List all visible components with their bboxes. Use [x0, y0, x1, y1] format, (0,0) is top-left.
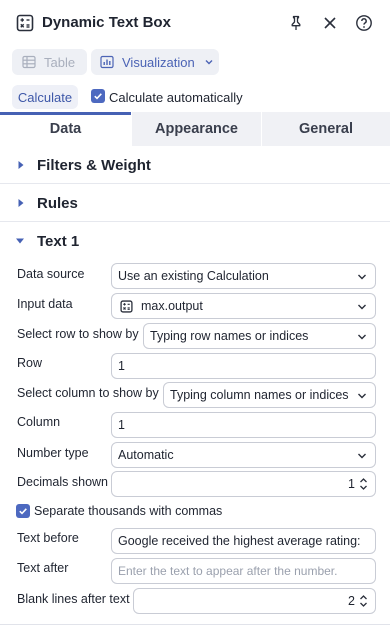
data-source-label: Data source [17, 267, 85, 281]
chevron-down-icon [358, 393, 366, 399]
help-icon[interactable] [355, 14, 373, 32]
chevron-down-icon [205, 60, 213, 65]
panel-title: Dynamic Text Box [42, 14, 171, 31]
tab-data[interactable]: Data [0, 112, 131, 146]
column-value: 1 [118, 418, 125, 432]
text-before-value: Google received the highest average rati… [118, 534, 361, 548]
text-before-input[interactable]: Google received the highest average rati… [111, 528, 376, 554]
chevron-down-icon [358, 304, 366, 310]
section-rules[interactable]: Rules [0, 184, 390, 222]
close-icon[interactable] [321, 14, 339, 32]
text-after-label: Text after [17, 561, 69, 575]
tab-appearance[interactable]: Appearance [131, 112, 261, 146]
table-icon [22, 55, 36, 69]
blank-lines-stepper[interactable]: 2 [133, 588, 376, 614]
select-column-select[interactable]: Typing column names or indices [163, 382, 376, 408]
select-column-label: Select column to show by [17, 386, 159, 400]
calculator-icon [16, 14, 34, 32]
chevron-down-icon [358, 274, 366, 280]
select-column-value: Typing column names or indices [170, 388, 349, 402]
section-text-1[interactable]: Text 1 [0, 222, 390, 260]
pin-icon[interactable] [287, 14, 305, 32]
input-data-select[interactable]: max.output [111, 293, 376, 319]
section-title: Rules [37, 195, 78, 212]
spinner-arrows-icon[interactable] [359, 593, 368, 609]
caret-down-icon [16, 238, 24, 244]
text-after-input[interactable]: Enter the text to appear after the numbe… [111, 558, 376, 584]
row-label: Row [17, 356, 43, 370]
input-data-label: Input data [17, 297, 73, 311]
chart-icon [100, 55, 114, 69]
calculate-automatically-label: Calculate automatically [109, 90, 243, 105]
chevron-down-icon [358, 453, 366, 459]
divider [0, 624, 390, 625]
caret-right-icon [18, 161, 24, 169]
section-title: Text 1 [37, 233, 80, 250]
row-input[interactable]: 1 [111, 353, 376, 379]
section-title: Filters & Weight [37, 157, 151, 174]
calculate-button[interactable]: Calculate [12, 85, 78, 109]
tab-bar: Data Appearance General [0, 112, 390, 146]
select-row-select[interactable]: Typing row names or indices [143, 323, 376, 349]
table-button[interactable]: Table [12, 49, 87, 75]
caret-right-icon [18, 199, 24, 207]
visualization-button[interactable]: Visualization [91, 49, 219, 75]
calculator-icon [120, 299, 133, 313]
separate-thousands-label: Separate thousands with commas [34, 504, 223, 518]
blank-lines-label: Blank lines after text [17, 592, 130, 606]
check-icon [19, 508, 27, 515]
check-icon [94, 93, 102, 100]
calculate-automatically-checkbox[interactable] [91, 89, 105, 103]
input-data-value: max.output [141, 299, 203, 313]
select-row-label: Select row to show by [17, 327, 139, 341]
column-input[interactable]: 1 [111, 412, 376, 438]
decimals-shown-stepper[interactable]: 1 [111, 471, 376, 497]
chevron-down-icon [358, 334, 366, 340]
data-source-value: Use an existing Calculation [118, 269, 269, 283]
table-label: Table [44, 54, 76, 70]
panel-header: Dynamic Text Box [0, 0, 390, 46]
section-filters-weight[interactable]: Filters & Weight [0, 146, 390, 184]
separate-thousands-checkbox[interactable] [16, 504, 30, 518]
decimals-shown-value: 1 [348, 477, 355, 491]
row-value: 1 [118, 359, 125, 373]
visualization-label: Visualization [122, 54, 195, 70]
number-type-select[interactable]: Automatic [111, 442, 376, 468]
data-source-select[interactable]: Use an existing Calculation [111, 263, 376, 289]
text-before-label: Text before [17, 531, 79, 545]
number-type-value: Automatic [118, 448, 174, 462]
number-type-label: Number type [17, 446, 89, 460]
spinner-arrows-icon[interactable] [359, 476, 368, 492]
decimals-shown-label: Decimals shown [17, 475, 109, 489]
text-after-placeholder: Enter the text to appear after the numbe… [118, 564, 338, 578]
blank-lines-value: 2 [348, 594, 355, 608]
column-label: Column [17, 415, 61, 429]
tab-general[interactable]: General [261, 112, 390, 146]
select-row-value: Typing row names or indices [150, 329, 309, 343]
